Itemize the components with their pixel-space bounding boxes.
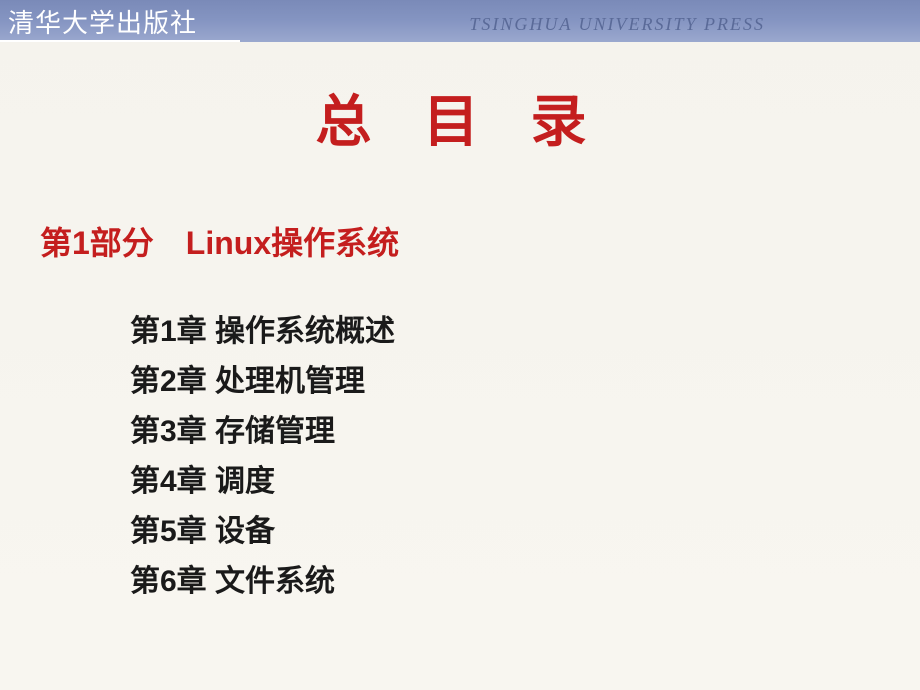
chapter-item: 第3章 存储管理 <box>130 408 920 456</box>
chapter-item: 第1章 操作系统概述 <box>130 308 920 356</box>
chapter-item: 第6章 文件系统 <box>130 558 920 606</box>
part-heading: 第1部分 Linux操作系统 <box>40 218 920 264</box>
publisher-name-chinese: 清华大学出版社 <box>0 3 197 40</box>
page-title: 总 目 录 <box>0 77 920 158</box>
header-underline <box>0 40 240 42</box>
header-bar: 清华大学出版社 TSINGHUA UNIVERSITY PRESS <box>0 0 920 42</box>
chapter-list: 第1章 操作系统概述 第2章 处理机管理 第3章 存储管理 第4章 调度 第5章… <box>130 308 920 606</box>
chapter-item: 第4章 调度 <box>130 458 920 506</box>
publisher-name-english: TSINGHUA UNIVERSITY PRESS <box>469 14 765 35</box>
chapter-item: 第5章 设备 <box>130 508 920 556</box>
chapter-item: 第2章 处理机管理 <box>130 358 920 406</box>
